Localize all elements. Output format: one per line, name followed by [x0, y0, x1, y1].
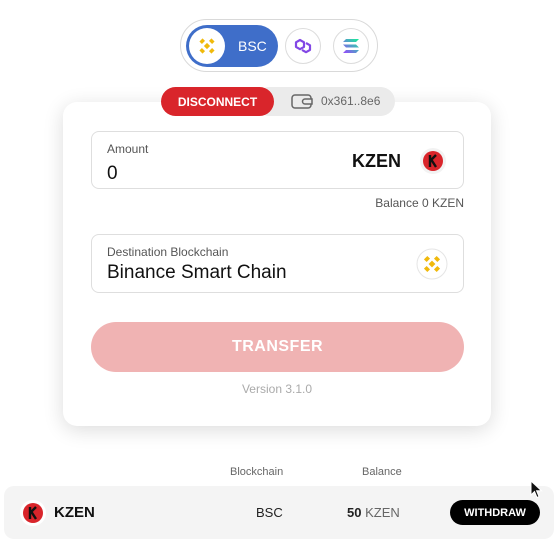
row-balance-unit: KZEN: [365, 505, 400, 520]
chain-active-label: BSC: [238, 38, 267, 54]
bnb-icon: [416, 248, 448, 285]
destination-blockchain-field[interactable]: Destination Blockchain Binance Smart Cha…: [91, 234, 464, 293]
polygon-icon: [294, 38, 312, 54]
kzen-token-icon: [419, 147, 447, 180]
solana-icon: [343, 39, 359, 53]
amount-token: KZEN: [352, 151, 401, 171]
wallet-address-pill[interactable]: 0x361..8e6: [255, 87, 395, 116]
chain-option-polygon[interactable]: [285, 28, 321, 64]
bnb-icon: [189, 28, 225, 64]
amount-input[interactable]: 0: [107, 163, 118, 185]
withdraw-button[interactable]: WITHDRAW: [450, 500, 540, 525]
mouse-cursor-icon: [530, 479, 544, 505]
chain-switcher: BSC: [180, 19, 378, 72]
version-text: Version 3.1.0: [241, 382, 313, 396]
kzen-token-icon: [19, 499, 47, 532]
row-token: KZEN: [54, 504, 95, 521]
chain-option-solana[interactable]: [333, 28, 369, 64]
amount-label: Amount: [107, 142, 149, 156]
disconnect-button[interactable]: DISCONNECT: [161, 87, 274, 116]
wallet-icon: [291, 93, 313, 115]
chain-option-bsc[interactable]: BSC: [186, 25, 278, 67]
wallet-address: 0x361..8e6: [321, 94, 381, 108]
row-blockchain: BSC: [256, 505, 283, 520]
row-balance: 50 KZEN: [347, 505, 400, 520]
row-balance-value: 50: [347, 505, 362, 520]
amount-field[interactable]: Amount 0 KZEN: [91, 131, 464, 189]
table-row: KZEN BSC 50 KZEN WITHDRAW: [4, 486, 554, 539]
transfer-button[interactable]: TRANSFER: [91, 322, 464, 372]
balance-readout: Balance 0 KZEN: [375, 196, 464, 210]
column-header-balance: Balance: [362, 466, 402, 478]
destination-value: Binance Smart Chain: [107, 262, 287, 283]
column-header-blockchain: Blockchain: [230, 466, 284, 478]
destination-label: Destination Blockchain: [107, 245, 229, 259]
